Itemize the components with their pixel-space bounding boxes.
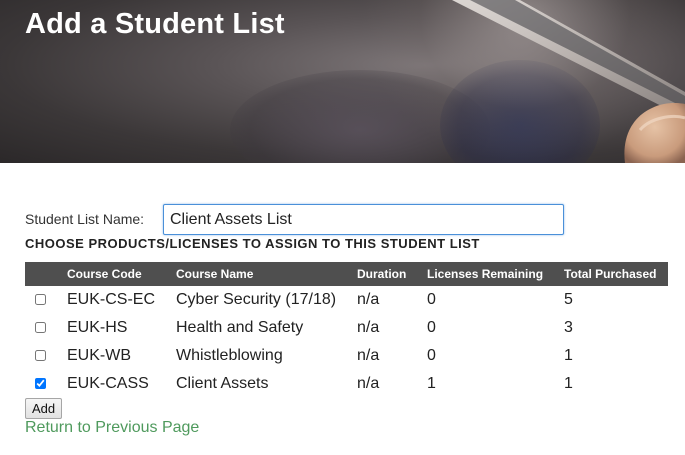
student-list-name-input[interactable] <box>163 204 564 235</box>
course-code: EUK-CS-EC <box>67 291 156 308</box>
table-row: EUK-CASS Client Assets n/a 1 1 <box>25 370 668 398</box>
header-banner: Add a Student List <box>0 0 685 163</box>
return-previous-link[interactable]: Return to Previous Page <box>25 419 199 437</box>
select-cell <box>25 342 67 370</box>
licenses-remaining: 0 <box>427 347 436 364</box>
table-row: EUK-WB Whistleblowing n/a 0 1 <box>25 342 668 370</box>
duration: n/a <box>357 347 380 364</box>
select-cell <box>25 370 67 398</box>
course-code: EUK-HS <box>67 319 128 336</box>
add-button[interactable]: Add <box>25 398 63 419</box>
course-name: Cyber Security (17/18) <box>176 291 337 308</box>
total-purchased: 1 <box>564 375 573 392</box>
course-code: EUK-CASS <box>67 375 149 392</box>
table-row: EUK-CS-EC Cyber Security (17/18) n/a 0 5 <box>25 286 668 314</box>
total-purchased: 5 <box>564 291 573 308</box>
licenses-remaining: 1 <box>427 375 436 392</box>
select-cell <box>25 286 67 314</box>
course-name: Health and Safety <box>176 319 304 336</box>
duration: n/a <box>357 291 380 308</box>
row-checkbox[interactable] <box>35 378 46 390</box>
table-row: EUK-HS Health and Safety n/a 0 3 <box>25 314 668 342</box>
row-checkbox[interactable] <box>35 350 46 362</box>
course-name: Whistleblowing <box>176 347 283 364</box>
student-list-name-label: Student List Name: <box>25 211 145 227</box>
licenses-remaining: 0 <box>427 319 436 336</box>
row-checkbox[interactable] <box>35 294 46 306</box>
licenses-remaining: 0 <box>427 291 436 308</box>
duration: n/a <box>357 375 380 392</box>
header-licenses-remaining: Licenses Remaining <box>427 262 564 286</box>
page-title: Add a Student List <box>25 8 285 40</box>
products-table: Course Code Course Name Duration License… <box>25 262 668 398</box>
row-checkbox[interactable] <box>35 322 46 334</box>
section-heading: CHOOSE PRODUCTS/LICENSES TO ASSIGN TO TH… <box>25 236 480 251</box>
duration: n/a <box>357 319 380 336</box>
course-code: EUK-WB <box>67 347 131 364</box>
header-course-name: Course Name <box>176 262 357 286</box>
select-cell <box>25 314 67 342</box>
header-course-code: Course Code <box>67 262 176 286</box>
header-total-purchased: Total Purchased <box>564 262 668 286</box>
header-select <box>25 262 67 286</box>
total-purchased: 1 <box>564 347 573 364</box>
total-purchased: 3 <box>564 319 573 336</box>
table-header-row: Course Code Course Name Duration License… <box>25 262 668 286</box>
course-name: Client Assets <box>176 375 269 392</box>
header-duration: Duration <box>357 262 427 286</box>
